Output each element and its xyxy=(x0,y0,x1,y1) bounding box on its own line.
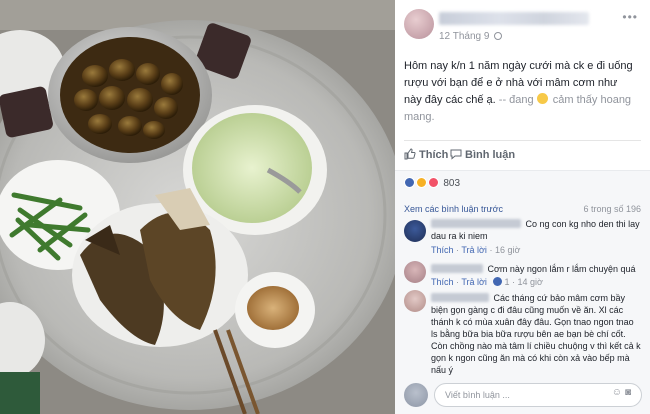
author-avatar[interactable] xyxy=(404,9,434,39)
comment-like-link[interactable]: Thích xyxy=(431,277,454,287)
comment-body: Các tháng cứ bảo mâm cơm bầy biện gọn gà… xyxy=(431,292,641,376)
like-reaction-icon xyxy=(404,177,415,188)
love-reaction-icon xyxy=(427,177,439,188)
write-comment-box: Viết bình luận ... ☺◙ xyxy=(404,381,642,409)
post-panel: 12 Tháng 9 ••• Hôm nay k/n 1 năm ngày cư… xyxy=(395,0,650,414)
commenter-name-blurred[interactable] xyxy=(431,264,483,273)
current-user-avatar xyxy=(404,383,428,407)
post-timestamp[interactable]: 12 Tháng 9 xyxy=(439,31,503,42)
comment-like-link[interactable]: Thích xyxy=(431,245,454,255)
comment-like-count: 1 xyxy=(504,277,510,287)
comment-text: Cơm này ngon lắm r lắm chuyện quá xyxy=(487,264,636,274)
food-photo xyxy=(0,0,395,414)
commenter-avatar[interactable] xyxy=(404,220,426,242)
comment-icon xyxy=(450,149,462,160)
comments-count: 6 trong số 196 xyxy=(583,204,641,214)
feeling-prefix: -- đang xyxy=(498,94,534,106)
food-photo-illustration xyxy=(0,0,395,414)
divider xyxy=(404,140,641,141)
author-name-blurred[interactable] xyxy=(439,12,589,25)
like-label: Thích xyxy=(419,149,449,161)
commenter-name-blurred[interactable] xyxy=(431,293,489,302)
reactions-summary[interactable]: 803 xyxy=(404,177,460,191)
globe-icon xyxy=(494,32,503,40)
comment-body: Cơm này ngon lắm r lắm chuyện quá xyxy=(431,263,641,275)
haha-reaction-icon xyxy=(415,177,427,188)
commenter-name-blurred[interactable] xyxy=(431,219,521,228)
more-options-icon[interactable]: ••• xyxy=(622,10,638,24)
comment-input-placeholder: Viết bình luận ... xyxy=(445,390,510,400)
reactions-count: 803 xyxy=(443,178,461,189)
emoji-icon[interactable]: ☺ xyxy=(612,387,625,398)
comment-body: Co ng con kg nho den thi lay dau ra ki n… xyxy=(431,218,641,242)
comment-time[interactable]: 16 giờ xyxy=(495,245,520,255)
post-header: 12 Tháng 9 ••• xyxy=(395,0,650,50)
post-body: Hôm nay k/n 1 năm ngày cưới mà ck e đi u… xyxy=(404,58,636,126)
camera-icon[interactable]: ◙ xyxy=(625,387,634,398)
comment-input-tools: ☺◙ xyxy=(612,387,634,398)
commenter-avatar[interactable] xyxy=(404,290,426,312)
comment-reply-link[interactable]: Trả lời xyxy=(461,245,487,255)
comment-meta: Thích · Trả lời · 16 giờ xyxy=(431,245,521,255)
like-badge-icon xyxy=(493,277,503,286)
comment-meta: Thích · Trả lời 1 · 14 giờ xyxy=(431,277,543,287)
confused-emoji-icon xyxy=(536,93,548,104)
comment-text: Các tháng cứ bảo mâm cơm bầy biện gọn gà… xyxy=(431,293,641,375)
like-button[interactable]: Thích xyxy=(404,147,448,163)
view-previous-comments-link[interactable]: Xem các bình luận trước xyxy=(404,204,503,214)
thumbs-up-icon xyxy=(404,148,416,160)
commenter-avatar[interactable] xyxy=(404,261,426,283)
comment-reply-link[interactable]: Trả lời xyxy=(461,277,487,287)
post-time-text[interactable]: 12 Tháng 9 xyxy=(439,31,489,42)
comment-time[interactable]: 14 giờ xyxy=(517,277,542,287)
comment-label: Bình luận xyxy=(465,149,516,161)
comments-section: 803 Xem các bình luận trước 6 trong số 1… xyxy=(395,171,650,414)
comment-button[interactable]: Bình luận xyxy=(450,147,515,163)
